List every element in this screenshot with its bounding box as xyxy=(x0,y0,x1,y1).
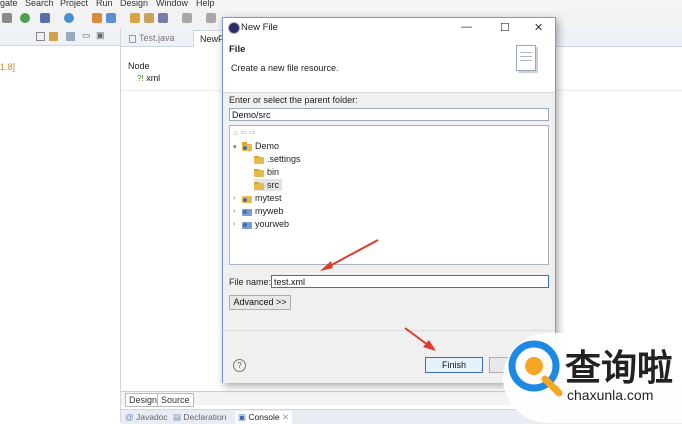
watermark-domain: chaxunla.com xyxy=(567,387,654,403)
magnifier-logo-icon xyxy=(508,340,563,397)
arrow-to-filename xyxy=(323,239,379,270)
arrow-head-filename xyxy=(320,261,333,271)
watermark: 查询啦 chaxunla.com xyxy=(503,333,682,423)
watermark-brand: 查询啦 xyxy=(565,348,674,389)
